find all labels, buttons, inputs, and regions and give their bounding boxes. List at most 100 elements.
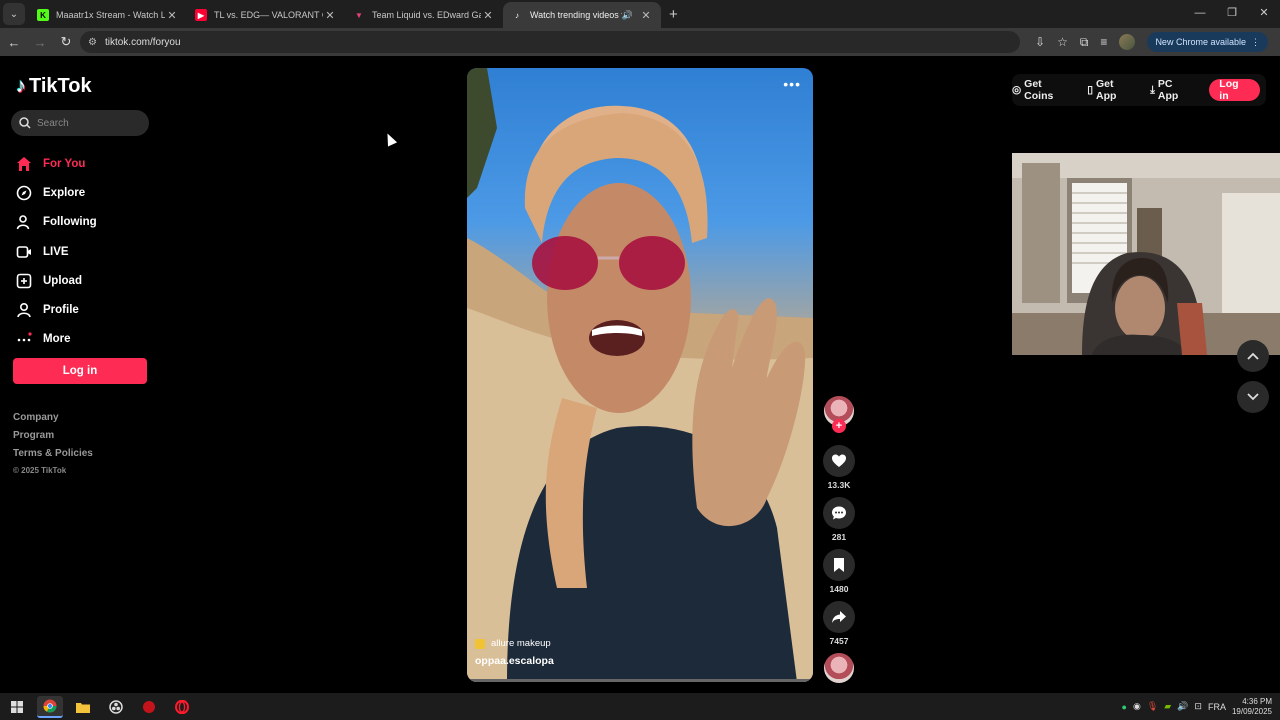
tray-app-icon[interactable]: ● <box>1122 702 1127 712</box>
sidebar-item-upload[interactable]: Upload <box>15 266 97 295</box>
tab-title: TL vs. EDG— VALORANT Champ <box>214 10 323 20</box>
search-icon <box>19 117 31 129</box>
header-login-button[interactable]: Log in <box>1209 78 1260 102</box>
menu-label: Following <box>43 216 97 229</box>
file-explorer-icon[interactable] <box>70 696 96 718</box>
comment-button[interactable] <box>823 497 855 529</box>
webcam-overlay <box>1012 153 1280 355</box>
back-button[interactable]: ← <box>2 35 26 50</box>
sidebar-item-explore[interactable]: Explore <box>15 178 97 207</box>
footer-link-company[interactable]: Company <box>13 412 93 430</box>
tab-title: Team Liquid vs. EDward Gaming <box>372 10 481 20</box>
save-button[interactable] <box>823 549 855 581</box>
tab-strip: ⌄ K Maaatr1x Stream - Watch Live o ✕ ▶ T… <box>0 0 1280 28</box>
sidebar-item-live[interactable]: LIVE <box>15 237 97 266</box>
obs-icon[interactable] <box>103 696 129 718</box>
chevron-up-icon <box>1247 352 1259 360</box>
chevron-down-icon <box>1247 393 1259 401</box>
minimize-button[interactable]: — <box>1184 0 1216 28</box>
close-icon[interactable]: ✕ <box>323 9 337 22</box>
bookmark-star-icon[interactable]: ☆ <box>1057 35 1068 49</box>
menu-label: More <box>43 333 71 346</box>
scroll-down-button[interactable] <box>1237 381 1269 413</box>
clock[interactable]: 4:36 PM 19/09/2025 <box>1232 697 1272 717</box>
video-more-options-button[interactable]: ••• <box>783 76 801 92</box>
close-icon[interactable]: ✕ <box>165 9 179 22</box>
comment-count: 281 <box>831 532 847 542</box>
search-input[interactable] <box>37 117 137 129</box>
system-tray: ● ◉ 🎙 ▰ 🔊 ⊡ FRA 4:36 PM 19/09/2025 <box>1122 693 1272 720</box>
save-count: 1480 <box>829 584 849 594</box>
sidebar-item-profile[interactable]: Profile <box>15 295 97 324</box>
creator-avatar[interactable]: + <box>824 396 854 433</box>
site-info-icon[interactable]: ⚙ <box>88 37 97 48</box>
tab-1[interactable]: K Maaatr1x Stream - Watch Live o ✕ <box>29 2 187 28</box>
tab-title: Maaatr1x Stream - Watch Live o <box>56 10 165 20</box>
close-icon[interactable]: ✕ <box>481 9 495 22</box>
sidebar-item-following[interactable]: Following <box>15 208 97 237</box>
window-controls: — ❐ ✕ <box>1184 0 1280 28</box>
tab-2[interactable]: ▶ TL vs. EDG— VALORANT Champ ✕ <box>187 2 345 28</box>
tiktok-logo[interactable]: ♪ TikTok <box>16 75 92 98</box>
new-chrome-button[interactable]: New Chrome available ⋮ <box>1147 32 1268 52</box>
sound-disc-avatar[interactable] <box>824 653 854 683</box>
video-actions: + 13.3K 281 1480 7457 <box>822 396 856 653</box>
video-frame-image <box>467 68 813 682</box>
chrome-taskbar-icon[interactable] <box>37 695 63 718</box>
mic-icon[interactable]: 🎙 <box>1147 701 1158 712</box>
tab-3[interactable]: ▼ Team Liquid vs. EDward Gaming ✕ <box>345 2 503 28</box>
sidebar-item-for-you[interactable]: For You <box>15 149 97 178</box>
network-icon[interactable]: ⊡ <box>1194 701 1202 712</box>
restore-button[interactable]: ❐ <box>1216 0 1248 28</box>
media-icon[interactable]: ≡ <box>1100 35 1107 49</box>
video-player[interactable]: ••• allure makeup oppaa.escalopa <box>467 68 813 682</box>
windows-start-icon[interactable] <box>4 696 30 718</box>
pc-app-button[interactable]: ⤓ PC App <box>1150 78 1194 102</box>
close-icon[interactable]: ✕ <box>639 9 653 22</box>
video-username[interactable]: oppaa.escalopa <box>475 655 554 667</box>
get-coins-button[interactable]: ◎ Get Coins <box>1012 78 1072 102</box>
scroll-up-button[interactable] <box>1237 340 1269 372</box>
install-icon[interactable]: ⇩ <box>1035 35 1045 49</box>
footer-link-program[interactable]: Program <box>13 430 93 448</box>
speaker-icon[interactable]: 🔊 <box>622 10 633 21</box>
plus-square-icon <box>15 272 33 290</box>
video-progress-bar[interactable] <box>467 679 813 682</box>
sidebar-item-more[interactable]: More <box>15 325 97 354</box>
red-app-icon[interactable] <box>136 696 162 718</box>
video-effect-tag[interactable]: allure makeup <box>475 638 551 649</box>
youtube-favicon-icon: ▶ <box>195 9 207 21</box>
reload-button[interactable]: ↻ <box>54 34 78 50</box>
new-tab-button[interactable]: + <box>669 6 678 23</box>
footer-link-terms[interactable]: Terms & Policies <box>13 448 93 466</box>
share-button[interactable] <box>823 601 855 633</box>
share-icon <box>832 611 846 623</box>
clock-time: 4:36 PM <box>1242 696 1272 706</box>
follow-plus-icon[interactable]: + <box>832 419 846 433</box>
tab-4[interactable]: ♪ Watch trending videos for y 🔊 ✕ <box>503 2 661 28</box>
effect-icon <box>475 638 485 649</box>
forward-button[interactable]: → <box>28 35 52 50</box>
footer-links: Company Program Terms & Policies <box>13 412 93 466</box>
get-app-button[interactable]: ▯ Get App <box>1087 78 1135 102</box>
heart-icon <box>832 454 846 467</box>
language-indicator[interactable]: FRA <box>1208 702 1226 712</box>
liquipedia-favicon-icon: ▼ <box>355 10 363 20</box>
url-field[interactable]: ⚙ tiktok.com/foryou <box>80 31 1020 53</box>
taskbar: ● ◉ 🎙 ▰ 🔊 ⊡ FRA 4:36 PM 19/09/2025 <box>0 693 1280 720</box>
profile-avatar[interactable] <box>1119 34 1136 50</box>
menu-label: For You <box>43 157 86 170</box>
extensions-icon[interactable]: ⧉ <box>1080 35 1089 50</box>
tab-search-button[interactable]: ⌄ <box>3 3 25 25</box>
like-button[interactable] <box>823 445 855 477</box>
close-window-button[interactable]: ✕ <box>1248 0 1280 28</box>
login-button[interactable]: Log in <box>13 358 147 384</box>
like-count: 13.3K <box>827 480 851 490</box>
opera-icon[interactable] <box>169 696 195 718</box>
tab-title: Watch trending videos for y <box>530 10 622 20</box>
live-icon <box>15 243 33 261</box>
volume-icon[interactable]: 🔊 <box>1177 701 1188 712</box>
steam-icon[interactable]: ◉ <box>1133 701 1141 712</box>
nvidia-icon[interactable]: ▰ <box>1164 701 1171 712</box>
address-bar: ← → ↻ ⚙ tiktok.com/foryou ⇩ ☆ ⧉ ≡ New Ch… <box>0 28 1280 56</box>
